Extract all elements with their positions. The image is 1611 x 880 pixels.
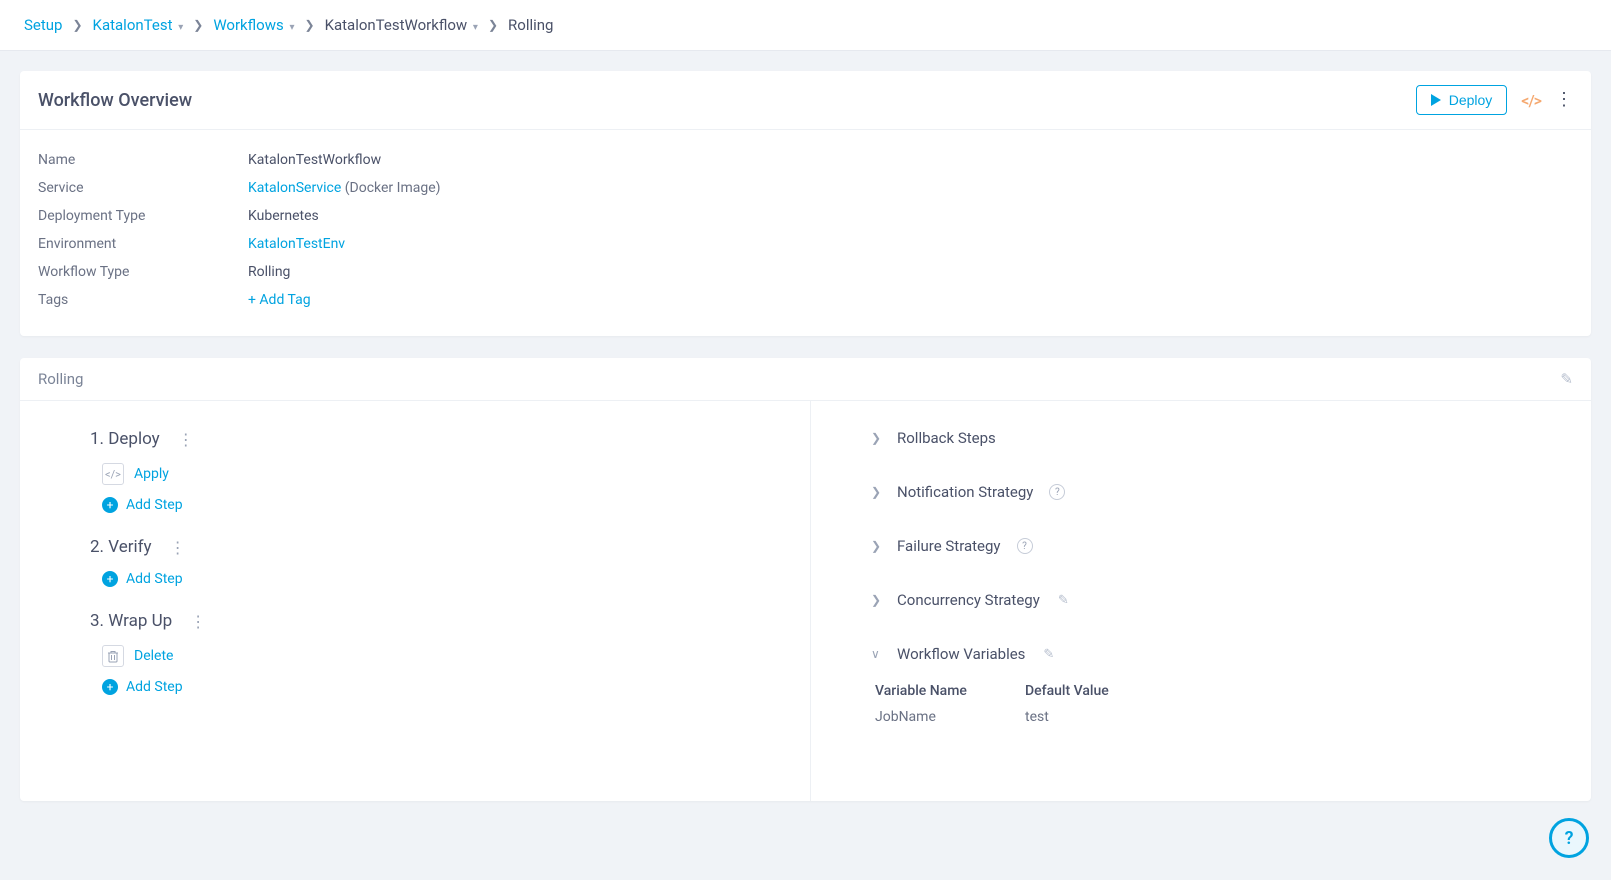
concurrency-strategy-section[interactable]: ❯ Concurrency Strategy ✎ (871, 591, 1551, 609)
rolling-card: Rolling ✎ 1. Deploy ⋮ </> Apply + (20, 358, 1591, 801)
workflow-variables-label: Workflow Variables (897, 645, 1025, 663)
workflow-overview-title: Workflow Overview (38, 90, 192, 111)
workflow-overview-card: Workflow Overview Deploy </> ⋮ Name Kata… (20, 71, 1591, 336)
chevron-right-icon: ❯ (305, 18, 315, 32)
chevron-right-icon: ❯ (871, 431, 885, 445)
stages-column: 1. Deploy ⋮ </> Apply + Add Step 2 (20, 401, 811, 801)
trash-icon (102, 645, 124, 667)
failure-strategy-label: Failure Strategy (897, 537, 1001, 555)
edit-icon[interactable]: ✎ (1560, 370, 1573, 388)
step-delete-label: Delete (134, 648, 173, 664)
overview-service-link[interactable]: KatalonService (248, 180, 341, 196)
add-step-label: Add Step (126, 571, 183, 587)
var-row: JobName test (875, 709, 1551, 725)
chevron-down-icon: ∨ (871, 647, 885, 661)
plus-icon: + (102, 571, 118, 587)
stage-verify-menu-icon[interactable]: ⋮ (170, 538, 186, 557)
chevron-right-icon: ❯ (488, 18, 498, 32)
stage-verify-title: 2. Verify (90, 537, 152, 557)
deploy-button[interactable]: Deploy (1416, 85, 1508, 115)
breadcrumb-app-label: KatalonTest (93, 16, 173, 34)
deploy-button-label: Deploy (1449, 92, 1493, 108)
help-icon[interactable]: ? (1049, 484, 1065, 500)
add-tag-button[interactable]: + Add Tag (248, 292, 311, 308)
add-step-label: Add Step (126, 497, 183, 513)
overview-service-label: Service (38, 180, 248, 196)
concurrency-strategy-label: Concurrency Strategy (897, 591, 1040, 609)
stage-deploy: 1. Deploy ⋮ </> Apply + Add Step (90, 429, 770, 513)
overview-wft-value: Rolling (248, 264, 290, 280)
chevron-right-icon: ❯ (193, 18, 203, 32)
var-name: JobName (875, 709, 1025, 725)
breadcrumb-app[interactable]: KatalonTest ▾ (93, 16, 184, 34)
overview-tags-label: Tags (38, 292, 248, 308)
overview-env-link[interactable]: KatalonTestEnv (248, 236, 345, 252)
overview-name-label: Name (38, 152, 248, 168)
rollback-steps-section[interactable]: ❯ Rollback Steps (871, 429, 1551, 447)
overview-deptype-value: Kubernetes (248, 208, 319, 224)
notification-strategy-section[interactable]: ❯ Notification Strategy ? (871, 483, 1551, 501)
add-step-verify[interactable]: + Add Step (102, 571, 770, 587)
stage-deploy-title: 1. Deploy (90, 429, 160, 449)
var-value: test (1025, 709, 1049, 725)
stage-wrapup: 3. Wrap Up ⋮ Delete + (90, 611, 770, 695)
stage-verify: 2. Verify ⋮ + Add Step (90, 537, 770, 587)
chevron-right-icon: ❯ (72, 18, 82, 32)
caret-down-icon[interactable]: ▾ (289, 22, 294, 33)
help-icon[interactable]: ? (1017, 538, 1033, 554)
help-button[interactable]: ? (1549, 818, 1589, 858)
caret-down-icon[interactable]: ▾ (473, 22, 478, 33)
overview-name-value: KatalonTestWorkflow (248, 152, 381, 168)
more-menu-icon[interactable]: ⋮ (1555, 91, 1573, 109)
stage-deploy-menu-icon[interactable]: ⋮ (178, 430, 194, 449)
add-step-deploy[interactable]: + Add Step (102, 497, 770, 513)
stage-wrapup-title: 3. Wrap Up (90, 611, 172, 631)
workflow-variables-table: Variable Name Default Value JobName test (875, 683, 1551, 725)
overview-service-suffix: (Docker Image) (341, 180, 440, 196)
breadcrumb-current: Rolling (508, 16, 553, 34)
overview-env-label: Environment (38, 236, 248, 252)
rolling-title: Rolling (38, 370, 83, 388)
edit-icon[interactable]: ✎ (1043, 647, 1054, 662)
code-icon: </> (102, 463, 124, 485)
add-step-wrapup[interactable]: + Add Step (102, 679, 770, 695)
step-apply[interactable]: </> Apply (102, 463, 770, 485)
breadcrumb-workflows-label: Workflows (213, 16, 283, 34)
rollback-steps-label: Rollback Steps (897, 429, 996, 447)
plus-icon: + (102, 497, 118, 513)
failure-strategy-section[interactable]: ❯ Failure Strategy ? (871, 537, 1551, 555)
chevron-right-icon: ❯ (871, 485, 885, 499)
overview-wft-label: Workflow Type (38, 264, 248, 280)
chevron-right-icon: ❯ (871, 593, 885, 607)
overview-deptype-label: Deployment Type (38, 208, 248, 224)
breadcrumb-workflows[interactable]: Workflows ▾ (213, 16, 294, 34)
add-step-label: Add Step (126, 679, 183, 695)
strategies-column: ❯ Rollback Steps ❯ Notification Strategy… (811, 401, 1591, 801)
breadcrumb-setup[interactable]: Setup (24, 16, 62, 34)
var-head-value: Default Value (1025, 683, 1109, 699)
var-head-name: Variable Name (875, 683, 1025, 699)
stage-wrapup-menu-icon[interactable]: ⋮ (190, 612, 206, 631)
notification-strategy-label: Notification Strategy (897, 483, 1033, 501)
workflow-variables-section[interactable]: ∨ Workflow Variables ✎ (871, 645, 1551, 663)
step-delete[interactable]: Delete (102, 645, 770, 667)
edit-icon[interactable]: ✎ (1058, 593, 1069, 608)
code-icon[interactable]: </> (1521, 91, 1541, 110)
breadcrumb-workflow[interactable]: KatalonTestWorkflow ▾ (325, 16, 478, 34)
play-icon (1431, 94, 1441, 106)
breadcrumb: Setup ❯ KatalonTest ▾ ❯ Workflows ▾ ❯ Ka… (0, 0, 1611, 51)
step-apply-label: Apply (134, 466, 169, 482)
chevron-right-icon: ❯ (871, 539, 885, 553)
caret-down-icon[interactable]: ▾ (178, 22, 183, 33)
plus-icon: + (102, 679, 118, 695)
breadcrumb-workflow-label: KatalonTestWorkflow (325, 16, 468, 34)
